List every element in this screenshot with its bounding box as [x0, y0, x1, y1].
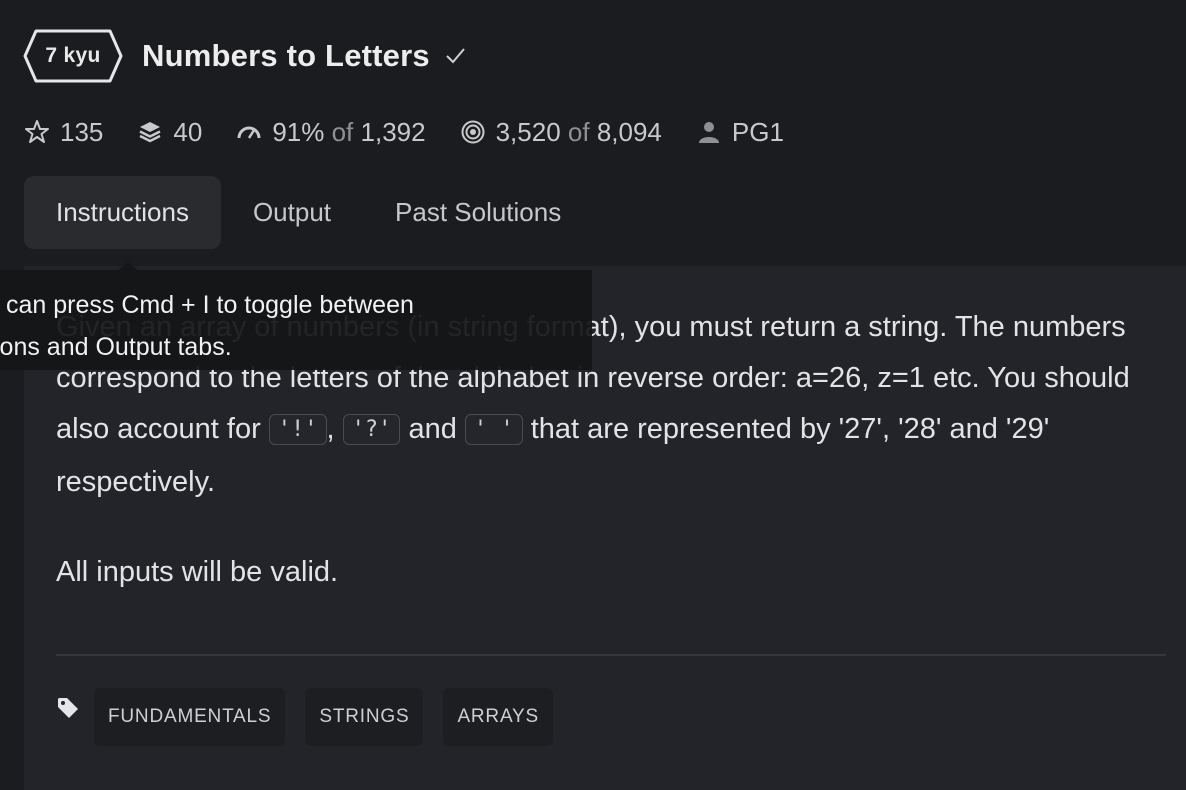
tab-output[interactable]: Output [221, 176, 363, 249]
inline-code: ' ' [464, 414, 523, 445]
description-separator: and [400, 413, 465, 445]
description-separator: , [326, 413, 343, 445]
tag-strings[interactable]: STRINGS [305, 688, 424, 746]
rank-badge[interactable]: 7 kyu [22, 28, 124, 84]
star-icon [25, 120, 49, 143]
completed-stat: 3,520 of 8,094 [460, 117, 662, 148]
tooltip-line: can press Cmd + I to toggle between [6, 291, 414, 319]
collections-stat[interactable]: 40 [137, 117, 202, 148]
kata-title[interactable]: Numbers to Letters [142, 38, 430, 74]
completed-of: of [567, 116, 590, 147]
collections-count: 40 [173, 116, 203, 147]
author-name: PG1 [731, 116, 784, 147]
satisfaction-votes: 1,392 [360, 116, 426, 147]
kata-tabs: Instructions Output Past Solutions [24, 176, 593, 249]
inline-code: '!' [268, 414, 327, 445]
layers-icon [139, 122, 161, 143]
check-icon [446, 48, 465, 64]
description-paragraph: All inputs will be valid. [56, 556, 339, 588]
stars-stat[interactable]: 135 [24, 117, 103, 148]
author-stat[interactable]: PG1 [696, 117, 784, 148]
satisfaction-of: of [331, 116, 354, 147]
inline-code: '?' [342, 414, 401, 445]
rank-label: 7 kyu [45, 44, 101, 67]
satisfaction-stat: 91% of 1,392 [236, 116, 426, 148]
kata-stats: 135 40 91% of 1,392 3,520 of 8,094 PG1 [24, 112, 818, 152]
target-icon [461, 120, 485, 144]
tab-instructions[interactable]: Instructions [24, 176, 221, 249]
satisfaction-pct: 91% [272, 116, 325, 147]
tooltip-line: ions and Output tabs. [0, 333, 232, 361]
tag-fundamentals[interactable]: FUNDAMENTALS [94, 688, 286, 746]
tag-arrays[interactable]: ARRAYS [443, 688, 553, 746]
attempts-count: 8,094 [596, 116, 662, 147]
tag-list: FUNDAMENTALS STRINGS ARRAYS [56, 688, 573, 746]
tab-past-solutions[interactable]: Past Solutions [363, 176, 593, 249]
completed-count: 3,520 [495, 116, 561, 147]
kata-header: 7 kyu Numbers to Letters [22, 24, 466, 88]
shortcut-tooltip: can press Cmd + I to toggle between ions… [0, 270, 592, 370]
divider [56, 654, 1166, 656]
kata-page: 7 kyu Numbers to Letters 135 40 91% of 1… [0, 0, 1186, 790]
gauge-icon [237, 126, 261, 139]
user-icon [698, 122, 719, 143]
stars-count: 135 [60, 116, 104, 147]
tag-icon [58, 698, 78, 718]
